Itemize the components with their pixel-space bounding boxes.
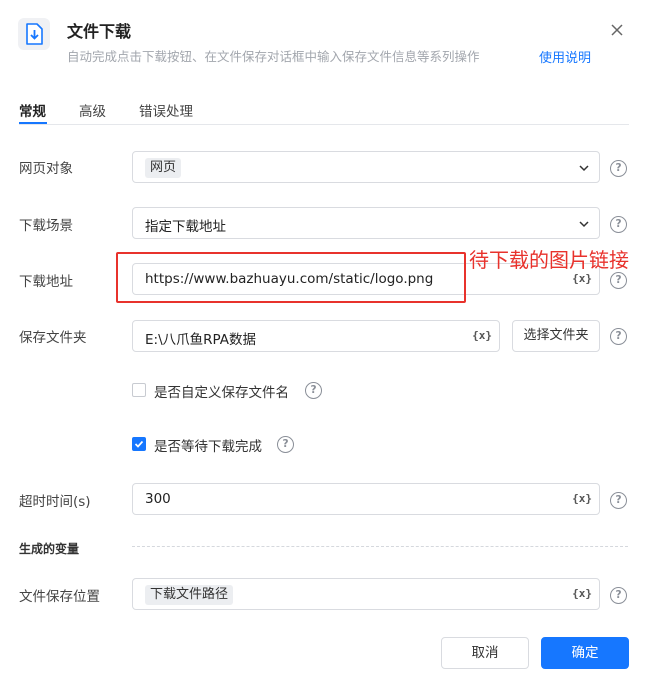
- dialog-title: 文件下载: [67, 22, 132, 41]
- wait-download-label: 是否等待下载完成: [154, 439, 262, 455]
- close-icon[interactable]: [607, 20, 627, 40]
- tab-general[interactable]: 常规: [19, 100, 46, 120]
- folder-input[interactable]: E:\八爪鱼RPA数据 {x}: [132, 320, 500, 352]
- wait-download-checkbox[interactable]: [132, 437, 146, 451]
- chevron-down-icon: [579, 221, 589, 228]
- help-link[interactable]: 使用说明: [539, 47, 591, 66]
- generated-variables-title: 生成的变量: [19, 542, 80, 556]
- tab-advanced[interactable]: 高级: [79, 100, 106, 120]
- help-icon[interactable]: ?: [277, 436, 294, 453]
- scene-label: 下载场景: [19, 218, 73, 234]
- confirm-button[interactable]: 确定: [541, 637, 629, 669]
- scene-select[interactable]: 指定下载地址: [132, 207, 600, 239]
- help-icon[interactable]: ?: [305, 382, 322, 399]
- custom-filename-checkbox[interactable]: [132, 383, 146, 397]
- url-label: 下载地址: [19, 274, 73, 290]
- help-icon[interactable]: ?: [610, 492, 627, 509]
- variable-insert-button[interactable]: {x}: [572, 492, 592, 505]
- file-path-label: 文件保存位置: [19, 589, 100, 605]
- variable-insert-button[interactable]: {x}: [472, 329, 492, 342]
- timeout-input[interactable]: 300 {x}: [132, 483, 600, 515]
- webpage-select[interactable]: 网页: [132, 151, 600, 183]
- dialog-subtitle: 自动完成点击下载按钮、在文件保存对话框中输入保存文件信息等系列操作: [67, 49, 480, 64]
- url-value: https://www.bazhuayu.com/static/logo.png: [145, 271, 434, 287]
- tabs-divider: [19, 124, 629, 125]
- annotation-text: 待下载的图片链接: [469, 248, 629, 272]
- choose-folder-button[interactable]: 选择文件夹: [512, 320, 600, 352]
- webpage-value-chip: 网页: [145, 158, 182, 178]
- file-download-dialog: 文件下载 自动完成点击下载按钮、在文件保存对话框中输入保存文件信息等系列操作 使…: [0, 0, 647, 686]
- tab-error-handling[interactable]: 错误处理: [139, 100, 193, 120]
- variable-insert-button[interactable]: {x}: [572, 272, 592, 285]
- cancel-button[interactable]: 取消: [441, 637, 529, 669]
- section-divider: [132, 546, 628, 547]
- help-icon[interactable]: ?: [610, 160, 627, 177]
- folder-value: E:\八爪鱼RPA数据: [145, 332, 257, 348]
- webpage-label: 网页对象: [19, 161, 73, 177]
- timeout-label: 超时时间(s): [19, 494, 91, 510]
- help-icon[interactable]: ?: [610, 328, 627, 345]
- file-path-variable-input[interactable]: 下载文件路径 {x}: [132, 578, 600, 610]
- file-path-variable-chip: 下载文件路径: [145, 585, 234, 605]
- folder-label: 保存文件夹: [19, 330, 87, 346]
- help-icon[interactable]: ?: [610, 272, 627, 289]
- scene-value: 指定下载地址: [145, 219, 226, 235]
- variable-insert-button[interactable]: {x}: [572, 587, 592, 600]
- help-icon[interactable]: ?: [610, 216, 627, 233]
- custom-filename-label: 是否自定义保存文件名: [154, 385, 289, 401]
- timeout-value: 300: [145, 491, 171, 507]
- chevron-down-icon: [579, 165, 589, 172]
- download-file-icon: [18, 18, 50, 50]
- help-icon[interactable]: ?: [610, 587, 627, 604]
- check-icon: [134, 440, 144, 448]
